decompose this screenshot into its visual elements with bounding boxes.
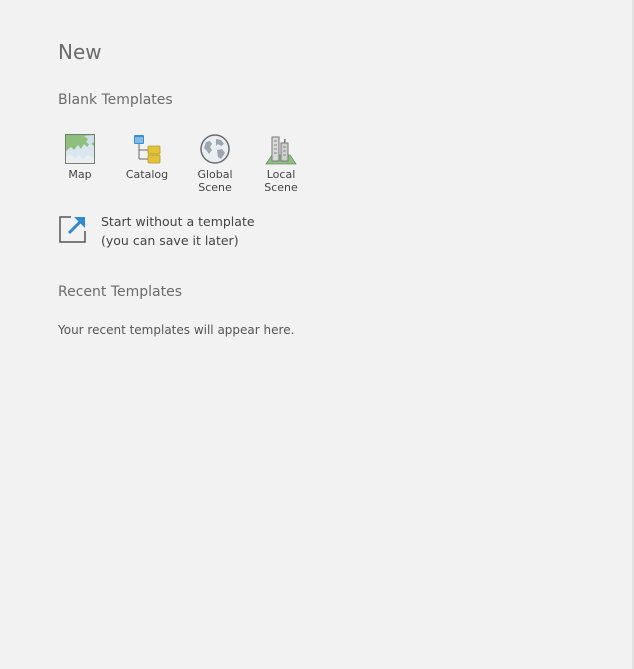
start-without-template-line1: Start without a template <box>101 214 255 229</box>
page-title: New <box>58 40 102 64</box>
blank-templates-heading: Blank Templates <box>58 92 173 108</box>
map-icon <box>65 134 95 164</box>
map-template-tile[interactable]: Map <box>48 133 112 181</box>
global-scene-label-line1: Global <box>197 168 233 181</box>
local-scene-label-line2: Scene <box>264 181 298 194</box>
start-without-template-line2: (you can save it later) <box>101 233 239 248</box>
catalog-label: Catalog <box>125 168 169 181</box>
local-scene-icon <box>265 136 297 165</box>
recent-templates-heading: Recent Templates <box>58 284 183 300</box>
local-scene-label-line1: Local <box>266 168 296 181</box>
global-scene-template-tile[interactable]: Global Scene <box>183 133 247 194</box>
global-scene-label-line2: Scene <box>198 181 232 194</box>
map-label: Map <box>68 168 92 181</box>
catalog-template-tile[interactable]: Catalog <box>115 133 179 181</box>
catalog-icon <box>134 135 161 164</box>
local-scene-template-tile[interactable]: Local Scene <box>249 133 313 194</box>
start-without-template-text: Start without a template (you can save i… <box>101 212 255 250</box>
recent-templates-empty-message: Your recent templates will appear here. <box>58 323 295 337</box>
open-external-arrow-icon <box>59 216 86 243</box>
start-without-template-button[interactable]: Start without a template (you can save i… <box>58 212 255 250</box>
globe-icon <box>200 134 230 164</box>
